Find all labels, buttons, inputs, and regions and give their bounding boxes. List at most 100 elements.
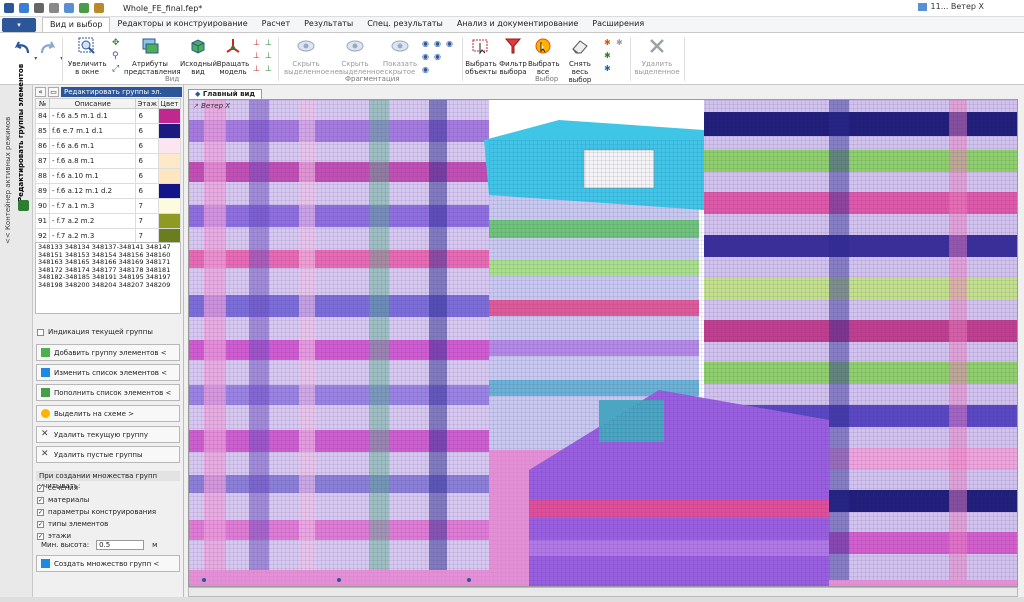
option-label: материалы <box>48 496 90 504</box>
option-sections[interactable]: ✓ сечения <box>37 484 78 492</box>
group-row[interactable]: 87- f.6 a.8 m.1 6 <box>35 153 181 169</box>
group-row[interactable]: 84- f.6 a.5 m.1 d.1 6 <box>35 108 181 124</box>
view-attributes-button[interactable]: Атрибуты представления <box>124 36 181 76</box>
axis-iso-icon[interactable]: ⊥ <box>265 51 274 60</box>
eye-small-icon[interactable]: ◉ <box>422 65 431 74</box>
select-tool-icon[interactable]: ✱ <box>604 64 613 73</box>
checkbox-checked[interactable]: ✓ <box>37 532 44 540</box>
min-height-input[interactable]: 0.5 <box>96 540 145 550</box>
print-icon[interactable] <box>64 3 74 13</box>
group-row[interactable]: 88- f.6 a.10 m.1 6 <box>35 168 181 184</box>
axis-yz-icon[interactable]: ⊥ <box>253 51 262 60</box>
group-color-swatch[interactable] <box>158 123 181 139</box>
fit-icon[interactable]: ⤢ <box>112 64 121 74</box>
add-group-button[interactable]: Добавить группу элементов < <box>36 344 180 361</box>
delete-icon: ✕ <box>41 429 49 439</box>
panel-menu-button[interactable]: ▭ <box>48 86 59 97</box>
show-current-group-toggle[interactable]: Индикация текущей группы <box>37 328 153 336</box>
show-hidden-button[interactable]: Показать скрытое <box>381 36 419 76</box>
group-color-swatch[interactable] <box>158 138 181 154</box>
group-row[interactable]: 90- f.7 a.1 m.3 7 <box>35 198 181 214</box>
option-floors[interactable]: ✓ этажи <box>37 532 71 540</box>
deselect-all-button[interactable]: Снять весь выбор <box>560 36 600 84</box>
tab-editors[interactable]: Редакторы и конструирование <box>110 17 254 32</box>
selection-filter-button[interactable]: Фильтр выбора <box>498 36 528 76</box>
checkbox-checked[interactable]: ✓ <box>37 484 44 492</box>
col-number[interactable]: № <box>35 98 50 109</box>
tab-extensions[interactable]: Расширения <box>585 17 651 32</box>
select-all-button[interactable]: Выбрать все <box>528 36 560 76</box>
redo-button[interactable]: ▾ <box>38 38 63 63</box>
eye-small-icon[interactable]: ◉ <box>446 39 455 48</box>
app-menu-button[interactable]: ▾ <box>2 18 36 32</box>
select-objects-button[interactable]: Выбрать объекты <box>465 36 497 76</box>
mode-icon[interactable] <box>18 200 29 211</box>
eye-small-icon[interactable]: ◉ <box>434 39 443 48</box>
checkbox-checked[interactable]: ✓ <box>37 508 44 516</box>
quick-access-icon[interactable] <box>79 3 89 13</box>
hide-selected-button[interactable]: Скрыть выделенное <box>284 36 329 76</box>
eye-small-icon[interactable]: ◉ <box>422 52 431 61</box>
group-color-swatch[interactable] <box>158 213 181 229</box>
select-tool-icon[interactable]: ✱ <box>616 38 625 47</box>
group-color-swatch[interactable] <box>158 108 181 124</box>
select-tool-icon[interactable]: ✱ <box>604 38 613 47</box>
option-element-types[interactable]: ✓ типы элементов <box>37 520 108 528</box>
edit-list-button[interactable]: Изменить список элементов < <box>36 364 180 381</box>
axis-bottom-icon[interactable]: ⊥ <box>265 64 274 73</box>
settings-icon[interactable] <box>94 3 104 13</box>
col-floor[interactable]: Этаж <box>135 98 159 109</box>
collapse-panel-button[interactable]: « <box>35 86 46 97</box>
col-color[interactable]: Цвет <box>158 98 181 109</box>
rotate-model-button[interactable]: Вращать модель <box>216 36 250 76</box>
pan-icon[interactable]: ✥ <box>112 38 121 48</box>
group-color-swatch[interactable] <box>158 198 181 214</box>
delete-selected-button[interactable]: Удалить выделенное <box>634 36 680 76</box>
save-icon[interactable] <box>19 3 29 13</box>
tab-analysis[interactable]: Анализ и документирование <box>450 17 585 32</box>
fe-model-render[interactable] <box>189 100 1017 586</box>
group-row[interactable]: 86- f.6 a.6 m.1 6 <box>35 138 181 154</box>
option-design-params[interactable]: ✓ параметры конструирования <box>37 508 156 516</box>
zoom-icon[interactable]: ⚲ <box>112 51 121 61</box>
redo-icon[interactable] <box>49 3 59 13</box>
checkbox-checked[interactable]: ✓ <box>37 520 44 528</box>
tab-results[interactable]: Результаты <box>297 17 360 32</box>
zoom-window-button[interactable]: Увеличить в окне <box>68 36 107 76</box>
checkbox[interactable] <box>37 328 44 336</box>
tab-calculation[interactable]: Расчет <box>255 17 297 32</box>
group-element-ids[interactable]: 348133 348134 348137-348141 348147 34815… <box>35 242 181 314</box>
select-tool-icon[interactable]: ✱ <box>604 51 613 60</box>
active-modes-container-label[interactable]: << Контейнер активных режимов <box>4 94 16 244</box>
col-description[interactable]: Описание <box>48 98 137 109</box>
group-color-swatch[interactable] <box>158 153 181 169</box>
option-materials[interactable]: ✓ материалы <box>37 496 89 504</box>
group-row[interactable]: 85 f.6 e.7 m.1 d.1 6 <box>35 123 181 139</box>
hide-unselected-button[interactable]: Скрыть невыделенное <box>330 36 384 76</box>
model-viewport[interactable]: ↗ Ветер X <box>188 99 1018 587</box>
edit-groups-mode-label[interactable]: Редактировать группы элементов <box>17 64 29 202</box>
tab-view-and-select[interactable]: Вид и выбор <box>42 17 111 32</box>
create-groups-button[interactable]: Создать множество групп < <box>36 555 180 572</box>
group-color-swatch[interactable] <box>158 168 181 184</box>
initial-view-button[interactable]: Исходный вид <box>180 36 217 76</box>
group-color-swatch[interactable] <box>158 183 181 199</box>
main-view-tab[interactable]: ◆ Главный вид <box>188 89 263 99</box>
loadcase-selector[interactable]: 11... Ветер X <box>917 2 984 11</box>
axis-back-icon[interactable]: ⊥ <box>253 64 262 73</box>
checkbox-checked[interactable]: ✓ <box>37 496 44 504</box>
group-row[interactable]: 91- f.7 a.2 m.2 7 <box>35 213 181 229</box>
eye-small-icon[interactable]: ◉ <box>422 39 431 48</box>
group-row[interactable]: 89- f.6 a.12 m.1 d.2 6 <box>35 183 181 199</box>
undo-button[interactable]: ▾ <box>12 38 37 63</box>
axis-xy-icon[interactable]: ⊥ <box>253 38 262 47</box>
delete-empty-groups-button[interactable]: ✕ Удалить пустые группы <box>36 446 180 463</box>
viewport-scrollbar[interactable] <box>188 587 1018 597</box>
axis-xz-icon[interactable]: ⊥ <box>265 38 274 47</box>
highlight-on-scheme-button[interactable]: Выделить на схеме > <box>36 405 180 422</box>
eye-small-icon[interactable]: ◉ <box>434 52 443 61</box>
undo-icon[interactable] <box>34 3 44 13</box>
tab-special-results[interactable]: Спец. результаты <box>360 17 450 32</box>
delete-current-group-button[interactable]: ✕ Удалить текущую группу <box>36 426 180 443</box>
append-list-button[interactable]: Пополнить список элементов < <box>36 384 180 401</box>
